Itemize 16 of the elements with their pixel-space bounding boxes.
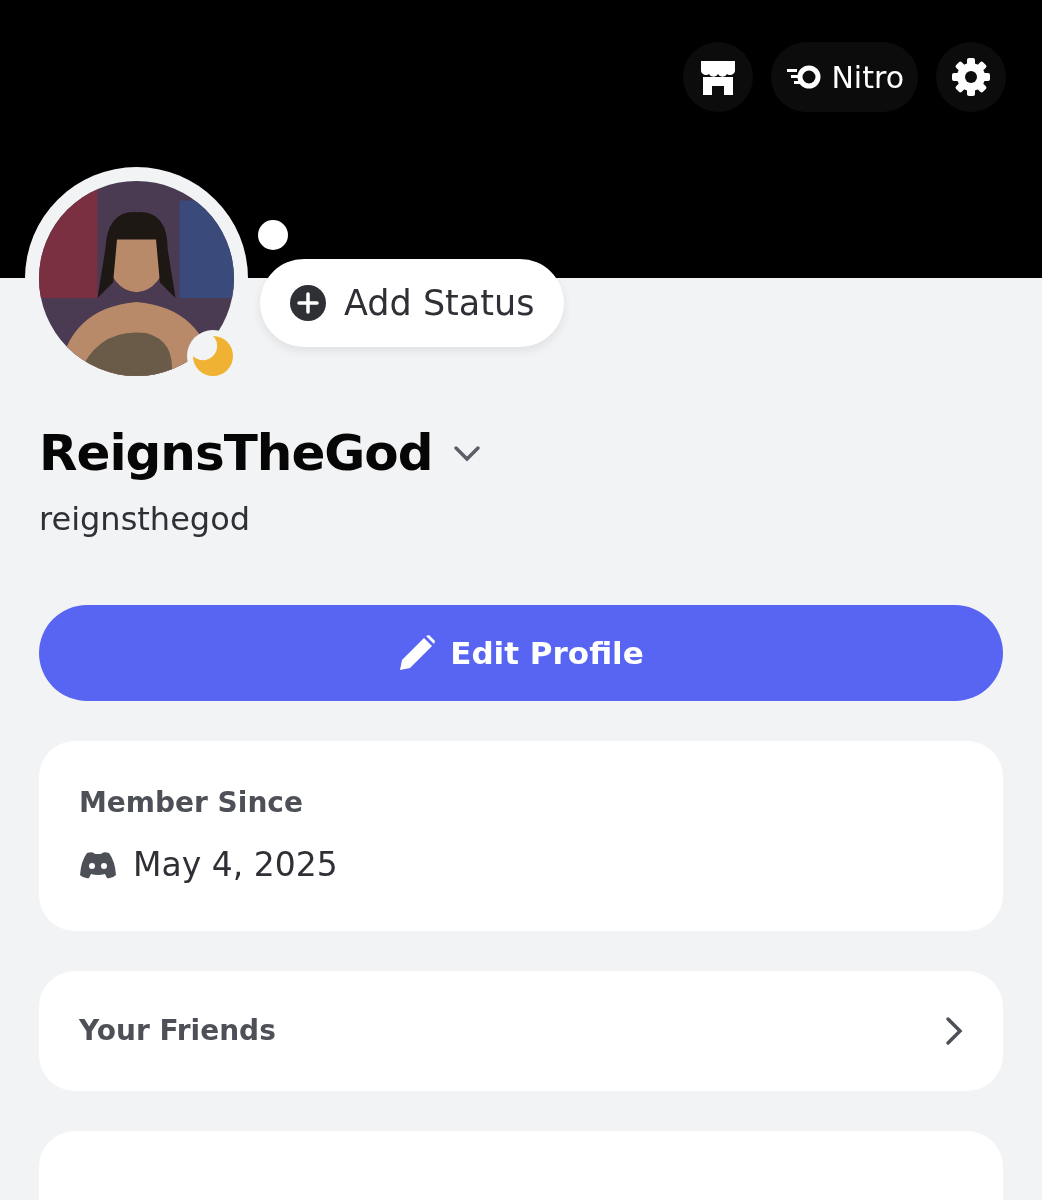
username: reignsthegod — [39, 499, 251, 540]
nitro-button[interactable]: Nitro — [771, 42, 918, 112]
storefront-icon — [699, 59, 738, 95]
chevron-right-icon — [945, 1016, 963, 1046]
member-since-date: May 4, 2025 — [133, 844, 338, 887]
game-controller-icon — [79, 851, 117, 879]
display-name: ReignsTheGod — [39, 423, 433, 484]
add-status-button[interactable]: Add Status — [260, 259, 565, 347]
settings-icon — [951, 57, 991, 97]
pencil-icon — [398, 634, 437, 672]
edit-profile-button[interactable]: Edit Profile — [39, 605, 1003, 701]
card-title: Member Since — [79, 785, 304, 822]
plus-icon — [290, 285, 326, 321]
moon-icon — [193, 336, 233, 376]
chevron-down-icon[interactable] — [452, 444, 481, 463]
your-friends-row[interactable]: Your Friends — [39, 971, 1003, 1091]
